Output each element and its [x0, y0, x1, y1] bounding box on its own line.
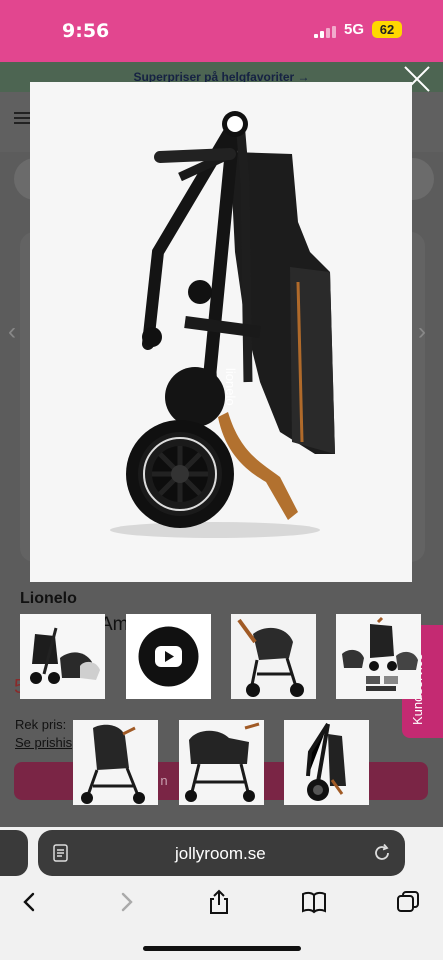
forward-icon[interactable]	[112, 888, 140, 916]
chevron-left-icon[interactable]: ‹	[8, 318, 22, 345]
share-icon[interactable]	[205, 888, 233, 916]
thumb-stroller-carseat[interactable]	[231, 614, 316, 699]
gallery-main-image[interactable]: lionelo	[30, 82, 412, 582]
url-text[interactable]: jollyroom.se	[175, 844, 266, 864]
thumb-stroller-folded[interactable]	[284, 720, 369, 805]
stroller-brand-mark: lionelo	[223, 368, 238, 406]
tabs-icon[interactable]	[394, 888, 422, 916]
thumb-stroller-set[interactable]	[20, 614, 105, 699]
back-icon[interactable]	[16, 888, 44, 916]
clock: 9:56	[62, 20, 110, 42]
bookmarks-icon[interactable]	[300, 888, 328, 916]
previous-tab-edge[interactable]	[0, 830, 28, 876]
folded-stroller-illustration: lionelo	[30, 82, 412, 582]
cellular-signal-icon	[314, 26, 336, 38]
thumb-stroller-bassinet[interactable]	[179, 720, 264, 805]
reload-icon[interactable]	[372, 843, 392, 863]
thumb-video[interactable]	[126, 614, 211, 699]
price-history-link[interactable]: Se prishis	[15, 735, 72, 750]
menu-icon[interactable]	[14, 112, 30, 124]
status-bar: 9:56 5G 62	[0, 0, 443, 62]
thumb-stroller-seat[interactable]	[73, 720, 158, 805]
battery-icon: 62	[372, 21, 402, 38]
chevron-right-icon[interactable]: ›	[418, 318, 432, 345]
product-brand[interactable]: Lionelo	[20, 590, 77, 608]
page-menu-icon[interactable]	[52, 844, 70, 862]
home-indicator[interactable]	[143, 946, 301, 951]
network-type: 5G	[344, 21, 365, 38]
thumb-stroller-accessories[interactable]	[336, 614, 421, 699]
recommended-price-label: Rek pris:	[15, 717, 67, 732]
